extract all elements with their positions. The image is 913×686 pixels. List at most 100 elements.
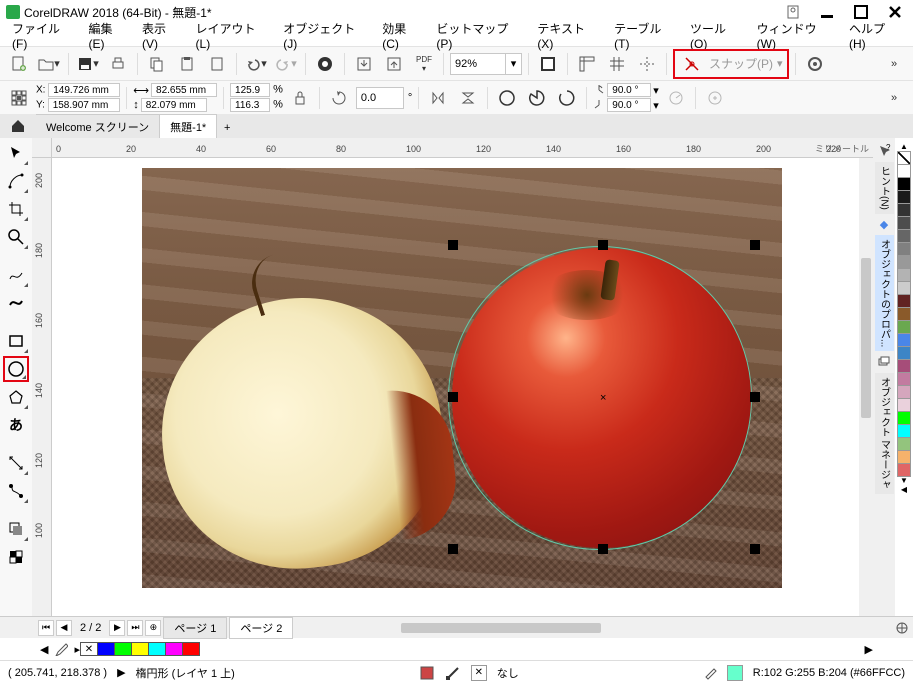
color-swatch[interactable] <box>897 372 911 386</box>
color-swatch[interactable] <box>897 281 911 295</box>
horizontal-scrollbar[interactable] <box>301 621 887 635</box>
color-swatch[interactable] <box>165 642 183 656</box>
color-swatch[interactable] <box>897 359 911 373</box>
undo-button[interactable]: ▾ <box>243 51 269 77</box>
convert-button[interactable] <box>702 85 728 111</box>
color-swatch[interactable] <box>897 333 911 347</box>
docker-object-properties[interactable]: オブジェクトのプロパ... <box>875 235 894 351</box>
export-button[interactable] <box>381 51 407 77</box>
connector-tool[interactable] <box>3 478 29 504</box>
rectangle-tool[interactable] <box>3 328 29 354</box>
docker-hints[interactable]: ヒント(N) <box>875 162 894 214</box>
overflow-button[interactable]: » <box>881 51 907 77</box>
selection-handle[interactable] <box>598 240 608 250</box>
diamond-icon[interactable]: ◆ <box>880 218 888 231</box>
no-color-swatch[interactable] <box>897 151 911 165</box>
zoom-tool[interactable] <box>3 224 29 250</box>
help-icon[interactable]: ? <box>877 144 891 158</box>
pdf-button[interactable]: PDF▾ <box>411 51 437 77</box>
menu-tool[interactable]: ツール(O) <box>684 18 749 53</box>
selection-handle[interactable] <box>448 240 458 250</box>
selection-handle[interactable] <box>448 544 458 554</box>
menu-table[interactable]: テーブル(T) <box>608 18 682 53</box>
copy-button[interactable] <box>144 51 170 77</box>
search-button[interactable] <box>312 51 338 77</box>
page-last-button[interactable]: ⏭ <box>127 620 143 636</box>
new-button[interactable] <box>6 51 32 77</box>
tab-welcome[interactable]: Welcome スクリーン <box>36 114 160 138</box>
redo-button[interactable]: ▾ <box>273 51 299 77</box>
options-button[interactable] <box>802 51 828 77</box>
nav-icon[interactable] <box>895 621 909 635</box>
menu-view[interactable]: 表示(V) <box>136 18 188 53</box>
ruler-horizontal[interactable]: 0 20 40 60 80 100 120 140 160 180 200 22… <box>52 138 873 158</box>
color-swatch[interactable] <box>97 642 115 656</box>
import-button[interactable] <box>351 51 377 77</box>
artistic-media-tool[interactable] <box>3 290 29 316</box>
start-angle-input[interactable] <box>607 83 651 97</box>
rotation-input[interactable] <box>356 87 404 109</box>
paste-button[interactable] <box>174 51 200 77</box>
dimension-tool[interactable] <box>3 450 29 476</box>
color-swatch[interactable] <box>897 450 911 464</box>
transparency-tool[interactable] <box>3 544 29 570</box>
outline-none-swatch[interactable] <box>471 665 487 681</box>
arc-shape-button[interactable] <box>554 85 580 111</box>
selection-handle[interactable] <box>598 544 608 554</box>
scale-y-input[interactable] <box>230 98 270 112</box>
drop-shadow-tool[interactable] <box>3 516 29 542</box>
color-swatch[interactable] <box>897 411 911 425</box>
lock-ratio-button[interactable] <box>287 85 313 111</box>
selection-handle[interactable] <box>750 392 760 402</box>
palette-flyout[interactable]: ◀ <box>901 485 907 494</box>
page-next-button[interactable]: ▶ <box>109 620 125 636</box>
save-button[interactable]: ▾ <box>75 51 101 77</box>
end-angle-input[interactable] <box>607 98 651 112</box>
text-tool[interactable]: あ <box>3 412 29 438</box>
rulers-button[interactable] <box>574 51 600 77</box>
mirror-v-button[interactable] <box>455 85 481 111</box>
menu-layout[interactable]: レイアウト(L) <box>190 18 276 53</box>
page-prev-button[interactable]: ◀ <box>56 620 72 636</box>
mirror-h-button[interactable] <box>425 85 451 111</box>
selection-handle[interactable] <box>750 240 760 250</box>
color-swatch[interactable] <box>897 307 911 321</box>
selection-handle[interactable] <box>448 392 458 402</box>
direction-button[interactable] <box>663 85 689 111</box>
color-swatch[interactable] <box>897 424 911 438</box>
pen-icon[interactable] <box>703 666 717 680</box>
tab-document[interactable]: 無題-1* <box>160 114 217 138</box>
palette-left[interactable]: ◀ <box>40 643 48 656</box>
open-button[interactable]: ▾ <box>36 51 62 77</box>
color-swatch[interactable] <box>897 346 911 360</box>
color-swatch[interactable] <box>897 398 911 412</box>
bitmap-image[interactable]: × <box>142 168 782 588</box>
color-swatch[interactable] <box>897 242 911 256</box>
x-input[interactable] <box>48 83 120 97</box>
color-swatch[interactable] <box>897 255 911 269</box>
home-icon[interactable] <box>10 118 26 134</box>
selection-handle[interactable] <box>750 544 760 554</box>
overflow-button[interactable]: » <box>881 85 907 111</box>
page-add-button[interactable]: ⊕ <box>145 620 161 636</box>
color-swatch[interactable] <box>897 177 911 191</box>
snap-menu[interactable]: スナップ(P) ▾ <box>673 49 789 79</box>
color-swatch[interactable] <box>897 216 911 230</box>
menu-file[interactable]: ファイル(F) <box>6 18 81 53</box>
menu-text[interactable]: テキスト(X) <box>531 18 606 53</box>
scale-x-input[interactable] <box>230 83 270 97</box>
chevron-down-icon[interactable]: ▾ <box>506 53 522 75</box>
menu-object[interactable]: オブジェクト(J) <box>277 18 374 53</box>
pick-tool[interactable] <box>3 140 29 166</box>
color-swatch[interactable] <box>897 320 911 334</box>
color-swatch[interactable] <box>897 164 911 178</box>
page-tab-1[interactable]: ページ 1 <box>163 617 227 639</box>
color-swatch[interactable] <box>897 229 911 243</box>
fill-color-swatch[interactable] <box>727 665 743 681</box>
color-swatch[interactable] <box>897 463 911 477</box>
polygon-tool[interactable] <box>3 384 29 410</box>
print-button[interactable] <box>105 51 131 77</box>
fill-icon[interactable] <box>419 665 435 681</box>
no-color-swatch[interactable] <box>80 642 98 656</box>
guides-button[interactable] <box>634 51 660 77</box>
